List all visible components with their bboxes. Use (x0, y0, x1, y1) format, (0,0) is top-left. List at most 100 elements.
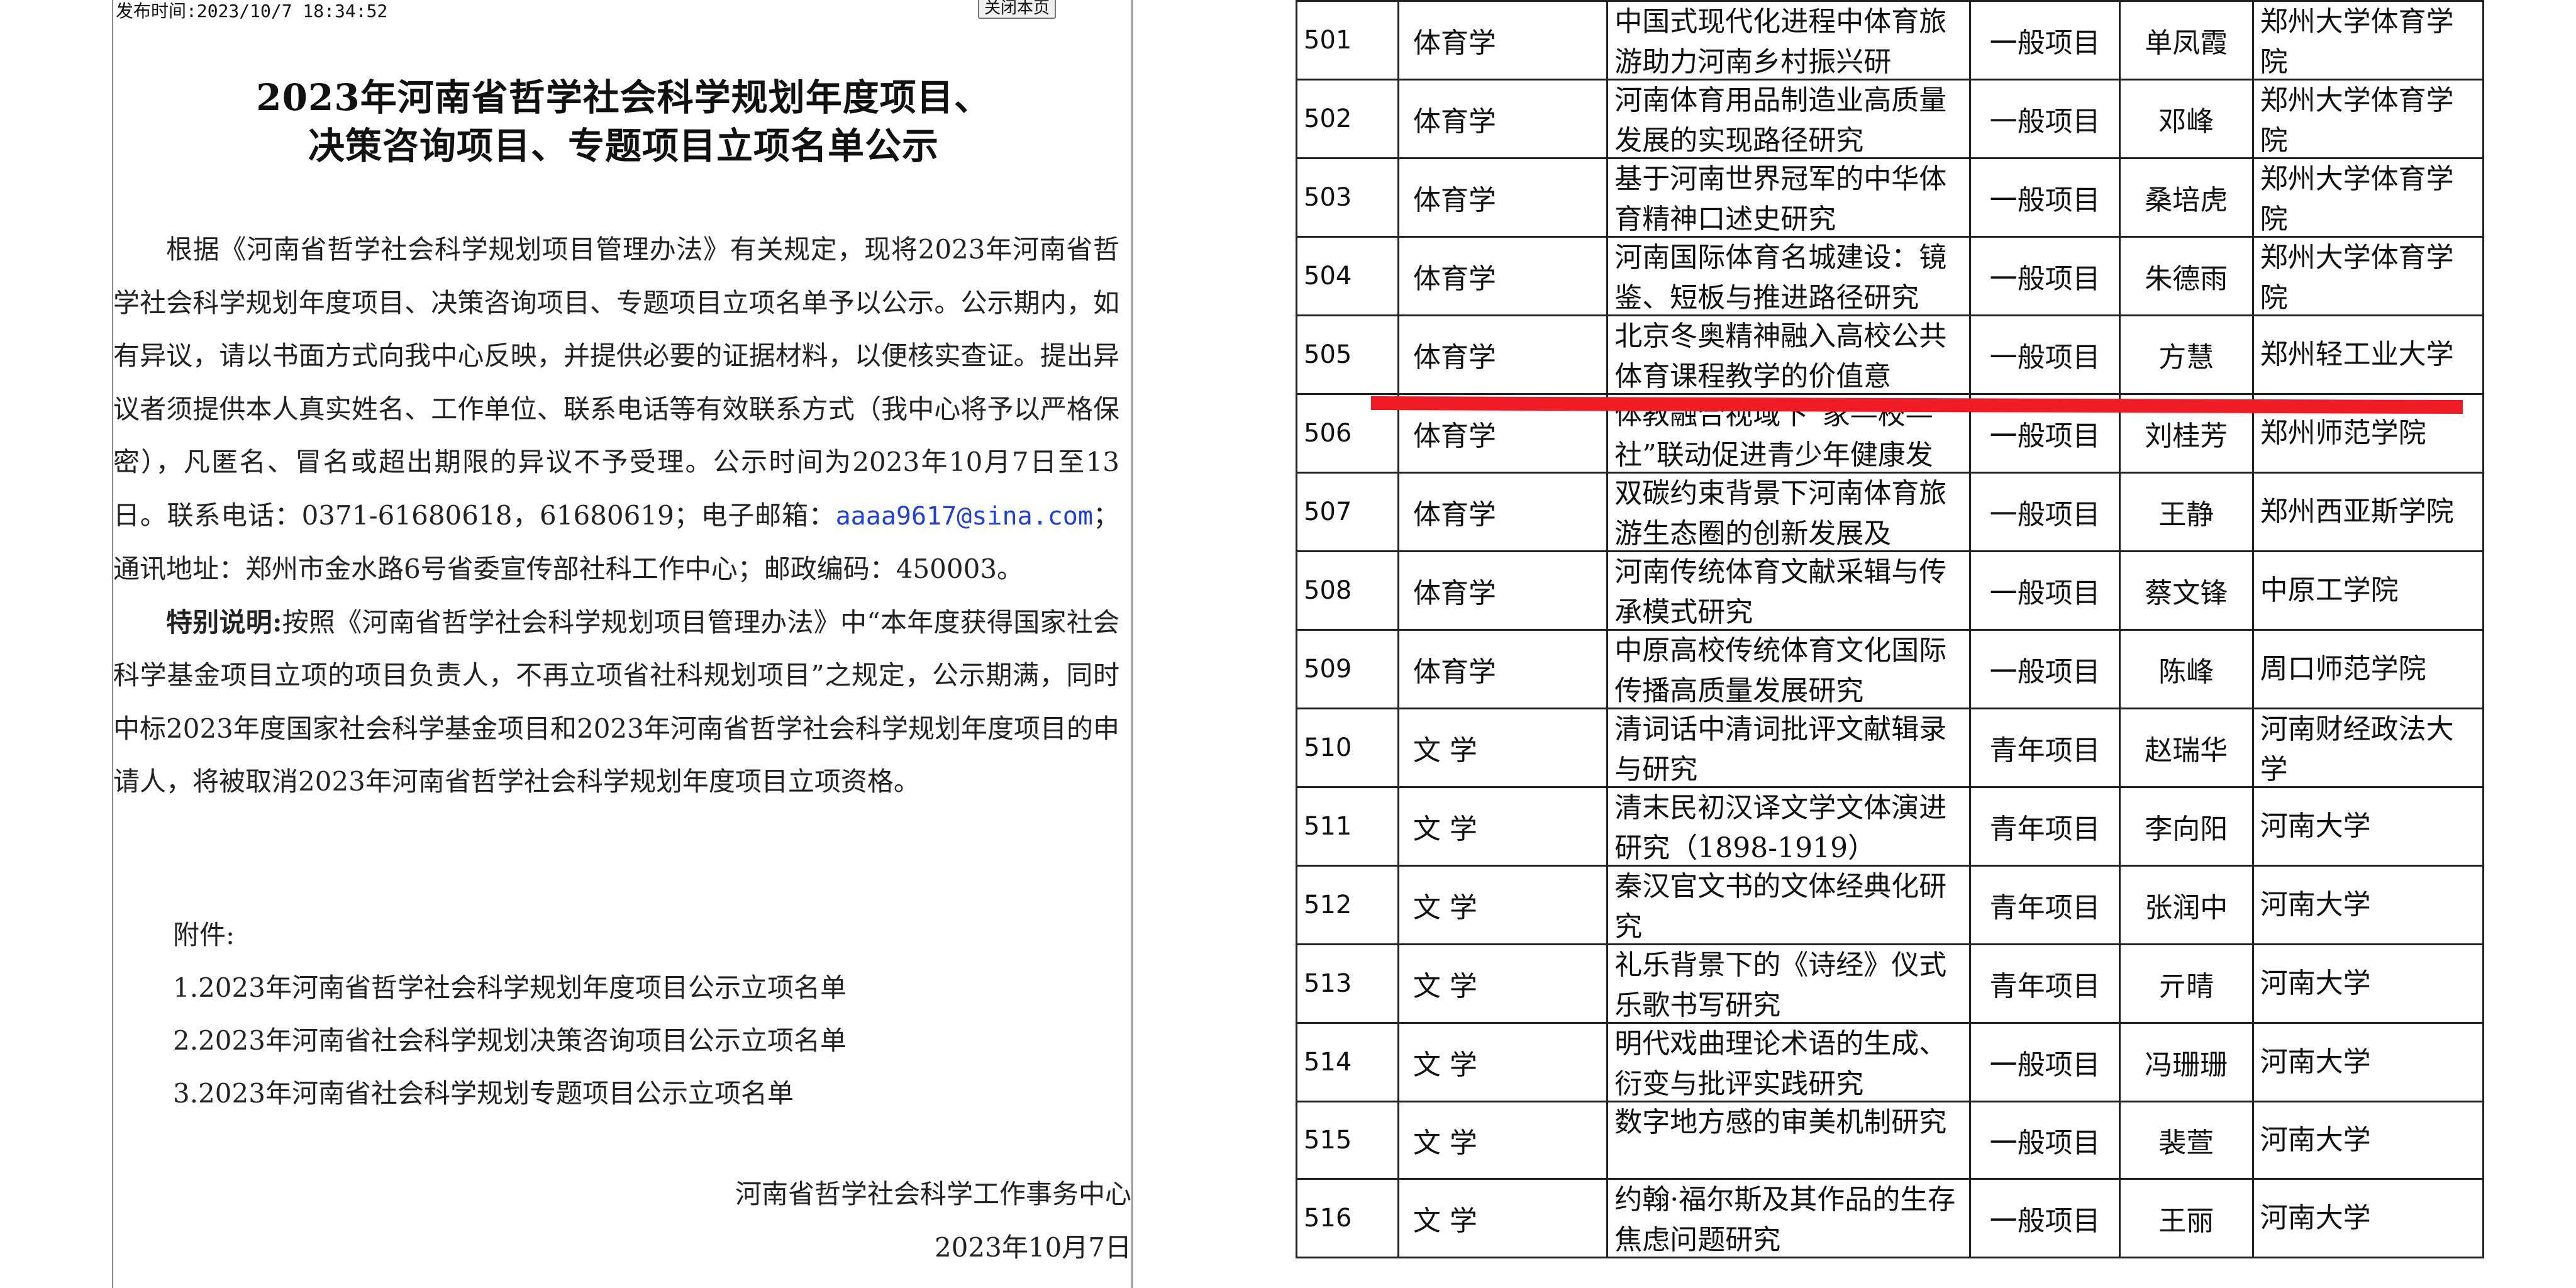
cell-affiliation: 郑州大学体育学院 (2251, 157, 2485, 238)
subject-text: 体育学 (1413, 499, 1496, 531)
row-number-text: 502 (1304, 104, 1352, 133)
subject-text: 文 学 (1413, 1049, 1477, 1081)
project-name-text: 河南体育用品制造业高质量发展的实现路径研究 (1614, 84, 1947, 157)
attachment-item: 2.2023年河南省社会科学规划决策咨询项目公示立项名单 (173, 1025, 847, 1056)
cell-project-name: 河南国际体育名城建设：镜鉴、短板与推进路径研究 (1606, 236, 1972, 316)
project-name-text: 河南国际体育名城建设：镜鉴、短板与推进路径研究 (1614, 242, 1947, 314)
table-row: 504 体育学 河南国际体育名城建设：镜鉴、短板与推进路径研究 一般项目 朱德雨 郑州大学… (1296, 236, 2485, 316)
cell-affiliation: 河南大学 (2251, 1101, 2485, 1180)
project-type-text: 一般项目 (1989, 106, 2101, 138)
cell-row-number: 515 (1296, 1101, 1399, 1180)
table-row: 513 文 学 礼乐背景下的《诗经》仪式乐歌书写研究 青年项目 亓晴 河南大学 (1296, 943, 2485, 1024)
subject-text: 体育学 (1413, 341, 1496, 374)
table-row: 510 文 学 清词话中清词批评文献辑录与研究 青年项目 赵瑞华 河南财经政法大学 (1296, 708, 2485, 788)
affiliation-text: 郑州大学体育学院 (2260, 242, 2454, 314)
cell-project-name: 基于河南世界冠军的中华体育精神口述史研究 (1606, 157, 1972, 238)
subject-text: 体育学 (1413, 420, 1496, 452)
project-type-text: 一般项目 (1989, 341, 2101, 374)
cell-affiliation: 河南大学 (2251, 1177, 2485, 1258)
project-type-text: 一般项目 (1989, 420, 2101, 452)
main-paragraph-text: 根据《河南省哲学社会科学规划项目管理办法》有关规定，现将2023年河南省哲学社会… (113, 234, 1119, 531)
cell-project-leader: 邓峰 (2118, 79, 2254, 159)
cell-project-leader: 赵瑞华 (2118, 708, 2254, 788)
project-type-text: 一般项目 (1989, 27, 2101, 59)
project-name-text: 中原高校传统体育文化国际传播高质量发展研究 (1614, 635, 1947, 707)
cell-row-number: 510 (1296, 708, 1399, 788)
row-number-text: 509 (1304, 655, 1352, 684)
cell-affiliation: 郑州大学体育学院 (2251, 236, 2485, 316)
announcement-body: 根据《河南省哲学社会科学规划项目管理办法》有关规定，现将2023年河南省哲学社会… (113, 223, 1119, 809)
affiliation-text: 郑州西亚斯学院 (2260, 496, 2454, 528)
project-leader-text: 王丽 (2158, 1204, 2214, 1237)
publish-time: 发布时间:2023/10/7 18:34:52 (116, 1, 388, 21)
cell-project-type: 一般项目 (1969, 236, 2121, 316)
project-type-text: 青年项目 (1989, 892, 2101, 924)
cell-project-leader: 方慧 (2118, 314, 2254, 395)
cell-subject: 体育学 (1397, 314, 1609, 395)
row-number-text: 514 (1304, 1048, 1352, 1077)
subject-text: 文 学 (1413, 735, 1477, 767)
cell-project-name: 河南传统体育文献采辑与传承模式研究 (1606, 550, 1972, 631)
project-leader-text: 张润中 (2145, 892, 2228, 924)
cell-project-leader: 王静 (2118, 472, 2254, 552)
project-name-text: 约翰·福尔斯及其作品的生存焦虑问题研究 (1614, 1183, 1956, 1256)
table-row: 514 文 学 明代戏曲理论术语的生成、衍变与批评实践研究 一般项目 冯珊珊 河南大学 (1296, 1022, 2485, 1102)
cell-subject: 文 学 (1397, 1177, 1609, 1258)
row-number-text: 510 (1304, 733, 1352, 762)
cell-project-type: 一般项目 (1969, 0, 2121, 80)
cell-project-name: 清末民初汉译文学文体演进研究（1898-1919） (1606, 786, 1972, 867)
cell-row-number: 508 (1296, 550, 1399, 631)
cell-project-leader: 冯珊珊 (2118, 1022, 2254, 1102)
affiliation-text: 郑州轻工业大学 (2260, 338, 2454, 370)
cell-project-name: 中原高校传统体育文化国际传播高质量发展研究 (1606, 629, 1972, 709)
cell-row-number: 505 (1296, 314, 1399, 395)
cell-project-name: 北京冬奥精神融入高校公共体育课程教学的价值意 (1606, 314, 1972, 395)
subject-text: 体育学 (1413, 263, 1496, 295)
cell-project-type: 一般项目 (1969, 1177, 2121, 1258)
signature-date: 2023年10月7日 (934, 1232, 1131, 1263)
cell-subject: 文 学 (1397, 1101, 1609, 1180)
subject-text: 体育学 (1413, 656, 1496, 688)
project-leader-text: 蔡文锋 (2145, 577, 2228, 609)
special-note: 特别说明:按照《河南省哲学社会科学规划项目管理办法》中“本年度获得国家社会科学基… (113, 596, 1119, 809)
cell-affiliation: 郑州大学体育学院 (2251, 79, 2485, 159)
page-title-line-1: 2023年河南省哲学社会科学规划年度项目、 (256, 76, 991, 119)
cell-project-type: 青年项目 (1969, 865, 2121, 945)
project-name-text: 礼乐背景下的《诗经》仪式乐歌书写研究 (1614, 949, 1947, 1021)
project-leader-text: 陈峰 (2158, 656, 2214, 688)
cell-subject: 体育学 (1397, 79, 1609, 159)
subject-text: 体育学 (1413, 106, 1496, 138)
cell-subject: 体育学 (1397, 629, 1609, 709)
cell-project-type: 一般项目 (1969, 629, 2121, 709)
project-type-text: 青年项目 (1989, 970, 2101, 1002)
cell-project-leader: 陈峰 (2118, 629, 2254, 709)
cell-project-leader: 桑培虎 (2118, 157, 2254, 238)
cell-affiliation: 河南大学 (2251, 786, 2485, 867)
project-type-text: 一般项目 (1989, 1126, 2101, 1159)
row-number-text: 508 (1304, 576, 1352, 605)
project-type-text: 一般项目 (1989, 184, 2101, 216)
cell-subject: 体育学 (1397, 472, 1609, 552)
cell-affiliation: 郑州轻工业大学 (2251, 314, 2485, 395)
email-link[interactable]: aaaa9617@sina.com (836, 502, 1093, 531)
subject-text: 体育学 (1413, 184, 1496, 216)
affiliation-text: 河南大学 (2260, 1201, 2371, 1234)
affiliation-text: 郑州大学体育学院 (2260, 6, 2454, 78)
cell-row-number: 512 (1296, 865, 1399, 945)
cell-project-leader: 单凤霞 (2118, 0, 2254, 80)
row-number-text: 512 (1304, 891, 1352, 919)
subject-text: 文 学 (1413, 892, 1477, 924)
project-leader-text: 王静 (2158, 499, 2214, 531)
project-name-text: 中国式现代化进程中体育旅游助力河南乡村振兴研 (1614, 6, 1947, 78)
cell-project-type: 一般项目 (1969, 314, 2121, 395)
subject-text: 文 学 (1413, 970, 1477, 1002)
table-row: 503 体育学 基于河南世界冠军的中华体育精神口述史研究 一般项目 桑培虎 郑州大学体育学… (1296, 157, 2485, 238)
cell-subject: 文 学 (1397, 786, 1609, 867)
cell-row-number: 516 (1296, 1177, 1399, 1258)
cell-affiliation: 河南大学 (2251, 943, 2485, 1024)
cell-row-number: 503 (1296, 157, 1399, 238)
project-leader-text: 邓峰 (2158, 106, 2214, 138)
project-name-text: 秦汉官文书的文体经典化研究 (1614, 870, 1947, 943)
close-page-button[interactable]: 关闭本页 (978, 0, 1057, 19)
project-leader-text: 亓晴 (2158, 970, 2214, 1002)
